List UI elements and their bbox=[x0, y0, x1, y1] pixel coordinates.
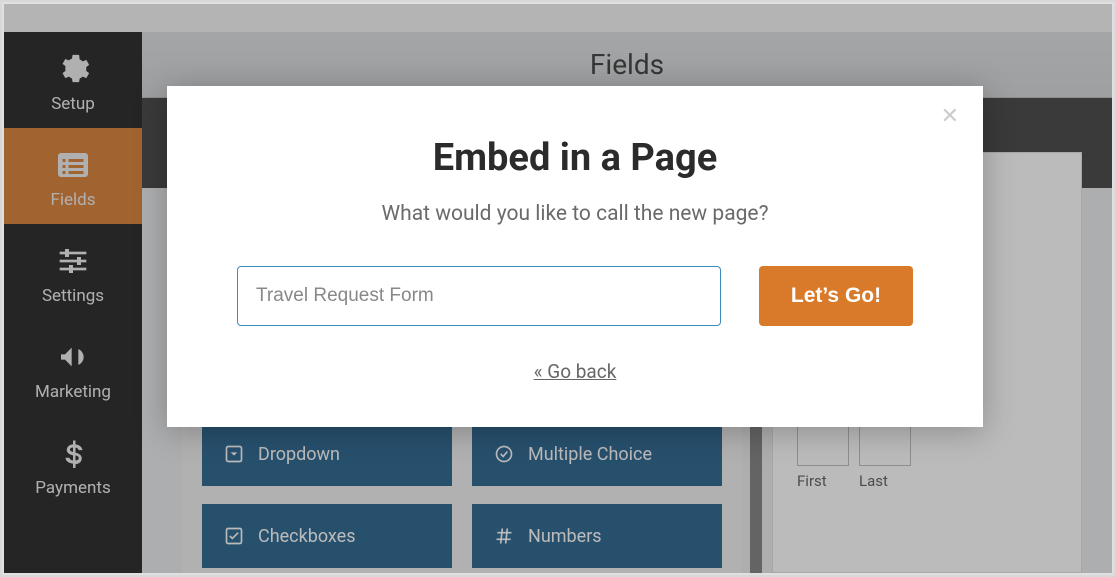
embed-modal: ✕ Embed in a Page What would you like to… bbox=[167, 86, 983, 427]
modal-title: Embed in a Page bbox=[207, 136, 943, 180]
close-icon[interactable]: ✕ bbox=[941, 106, 959, 128]
modal-subtitle: What would you like to call the new page… bbox=[207, 202, 943, 226]
app-frame: Setup Fields Settings Marketing Payments bbox=[0, 0, 1116, 577]
go-back-link[interactable]: « Go back bbox=[207, 360, 943, 383]
page-name-input[interactable] bbox=[237, 266, 721, 326]
lets-go-button[interactable]: Let’s Go! bbox=[759, 266, 913, 326]
